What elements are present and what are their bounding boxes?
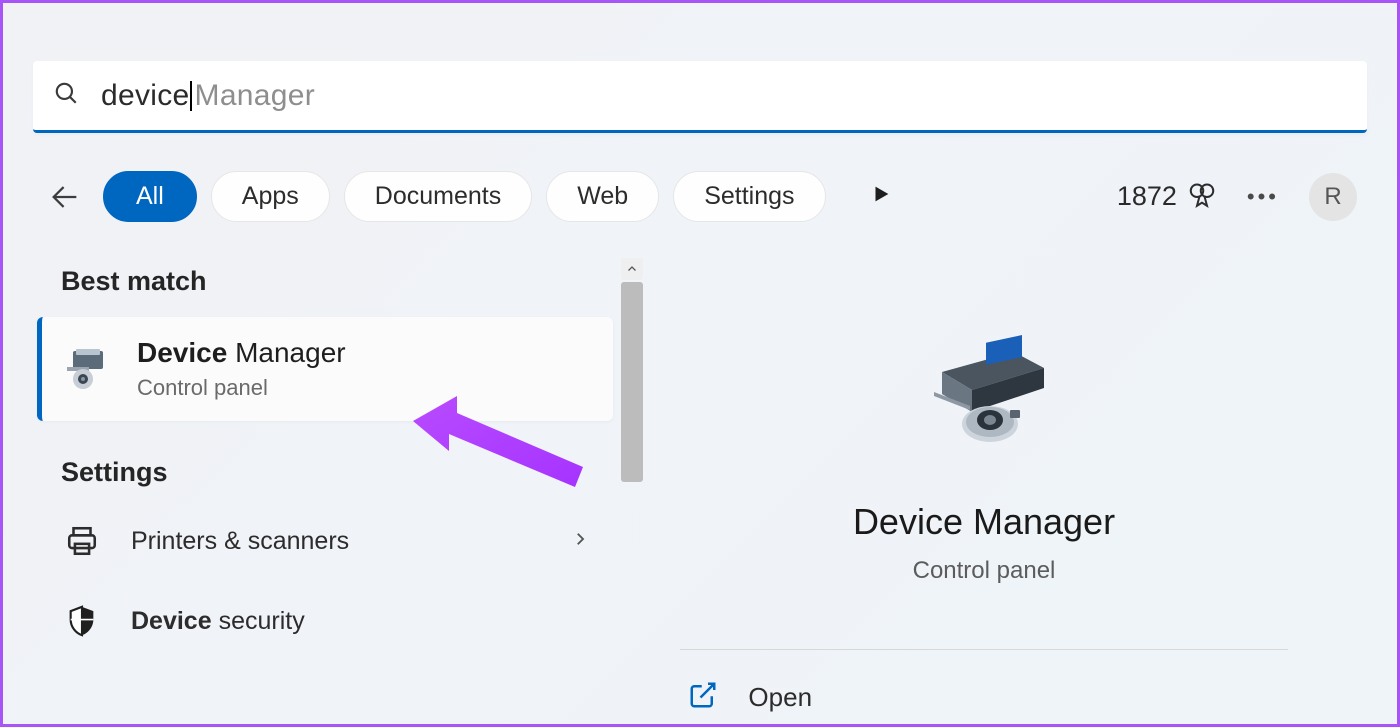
open-external-icon [688,680,718,715]
user-avatar[interactable]: R [1309,173,1357,221]
printer-icon [61,524,103,558]
search-icon [53,80,101,111]
more-filters-icon[interactable] [870,183,892,210]
printers-label: Printers & scanners [131,527,571,556]
scrollbar[interactable] [621,258,643,698]
search-typed-text: device [101,79,190,113]
shield-icon [61,604,103,638]
detail-title: Device Manager [853,501,1115,543]
scroll-thumb[interactable] [621,282,643,482]
filter-apps[interactable]: Apps [211,171,330,222]
filter-documents[interactable]: Documents [344,171,532,222]
text-cursor [190,81,192,111]
result-title: Device Manager [137,337,346,369]
search-bar[interactable]: device Manager [33,61,1367,133]
more-options-button[interactable]: ••• [1247,184,1279,210]
scroll-up-button[interactable] [621,258,643,280]
detail-device-manager-icon [914,332,1054,457]
search-input[interactable]: device Manager [101,79,315,113]
filter-row: All Apps Documents Web Settings 1872 •••… [33,171,1367,222]
back-button[interactable] [43,175,87,219]
medal-icon [1187,182,1217,212]
search-suggestion-text: Manager [195,79,316,113]
rewards-points-value: 1872 [1117,181,1177,212]
section-settings: Settings [33,435,617,508]
device-manager-icon [61,343,113,395]
result-device-manager[interactable]: Device Manager Control panel [37,317,613,421]
detail-panel: Device Manager Control panel Open [631,258,1367,715]
filter-web[interactable]: Web [546,171,659,222]
result-printers-scanners[interactable]: Printers & scanners [33,508,617,574]
detail-subtitle: Control panel [913,557,1056,585]
chevron-right-icon [571,530,589,553]
result-device-security[interactable]: Device security [33,574,617,654]
open-label: Open [748,682,812,713]
result-subtitle: Control panel [137,375,346,401]
rewards-points[interactable]: 1872 [1117,181,1217,212]
filter-all[interactable]: All [103,171,197,222]
section-best-match: Best match [33,258,617,317]
device-security-label: Device security [131,607,589,636]
results-panel: Best match Dev [33,258,617,715]
avatar-initial: R [1324,183,1341,211]
filter-settings[interactable]: Settings [673,171,825,222]
action-open[interactable]: Open [680,650,1287,715]
